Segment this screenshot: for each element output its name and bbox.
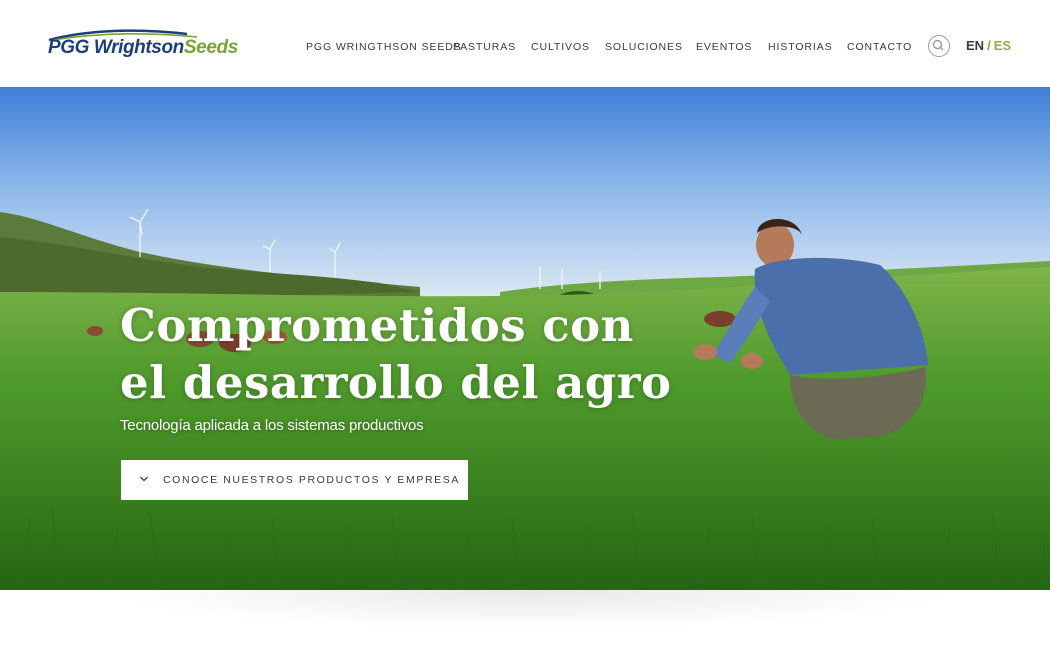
nav-item-soluciones[interactable]: SOLUCIONES — [605, 41, 683, 53]
chevron-down-icon — [140, 476, 148, 482]
hero-title-line2: el desarrollo del agro — [120, 356, 672, 409]
site-header: PGG WrightsonSeeds PGG WRINGTHSON SEEDS … — [0, 0, 1050, 87]
nav-item-eventos[interactable]: EVENTOS — [696, 41, 752, 53]
cta-products-button[interactable]: CONOCE NUESTROS PRODUCTOS Y EMPRESA — [121, 460, 468, 500]
nav-item-pasturas[interactable]: PASTURAS — [453, 41, 516, 53]
hero-title-line1: Comprometidos con — [120, 299, 634, 352]
lang-separator: / — [987, 38, 991, 53]
section-shadow-divider — [100, 590, 960, 630]
nav-item-cultivos[interactable]: CULTIVOS — [531, 41, 590, 53]
logo-name-part1: PGG Wrightson — [48, 37, 184, 58]
nav-item-pgg-seeds[interactable]: PGG WRINGTHSON SEEDS — [306, 41, 462, 53]
hero-subtitle: Tecnología aplicada a los sistemas produ… — [120, 417, 424, 434]
hero-section: Comprometidos con el desarrollo del agro… — [0, 87, 1050, 590]
language-switcher: EN / ES — [966, 38, 1011, 53]
lang-en-link[interactable]: EN — [966, 38, 984, 53]
nav-item-historias[interactable]: HISTORIAS — [768, 41, 833, 53]
logo-text: PGG WrightsonSeeds — [48, 37, 238, 59]
search-icon — [932, 39, 944, 51]
search-button[interactable] — [928, 35, 950, 57]
nav-item-contacto[interactable]: CONTACTO — [847, 41, 912, 53]
hero-title: Comprometidos con el desarrollo del agro — [120, 297, 720, 411]
brand-logo[interactable]: PGG WrightsonSeeds — [47, 28, 238, 64]
lang-es-link[interactable]: ES — [994, 38, 1011, 53]
cta-label: CONOCE NUESTROS PRODUCTOS Y EMPRESA — [163, 474, 460, 486]
logo-name-part2: Seeds — [183, 37, 238, 58]
